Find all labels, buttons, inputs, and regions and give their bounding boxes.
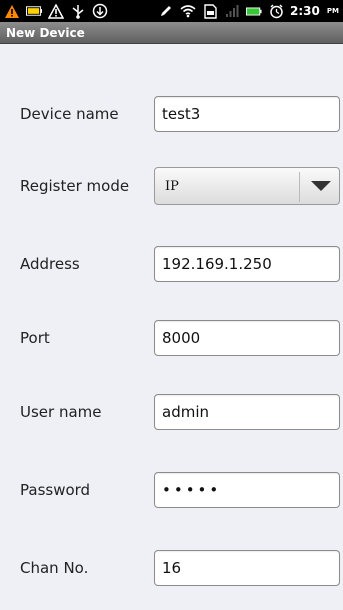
address-input[interactable]: 192.169.1.250: [154, 246, 340, 282]
user-name-input[interactable]: admin: [154, 394, 340, 430]
clock-time: 2:30: [290, 4, 320, 18]
chan-no-label: Chan No.: [20, 559, 89, 577]
chevron-down-icon: [311, 181, 331, 191]
battery-icon: [246, 3, 262, 19]
register-mode-row: Register mode IP: [0, 167, 343, 205]
alert-icon: [48, 3, 64, 19]
usb-icon: [70, 3, 86, 19]
status-icons-left: [4, 3, 108, 19]
user-name-row: User name admin: [0, 394, 343, 430]
status-bar: 2:30 PM: [0, 0, 343, 22]
register-mode-value: IP: [165, 178, 179, 194]
select-divider: [299, 172, 300, 202]
page-title: New Device: [6, 25, 85, 40]
sd-card-icon: [202, 3, 218, 19]
signal-icon: [224, 3, 240, 19]
address-label: Address: [20, 255, 80, 273]
clock-ampm: PM: [326, 7, 339, 15]
device-name-label: Device name: [20, 105, 119, 123]
chan-no-row: Chan No. 16: [0, 550, 343, 586]
port-label: Port: [20, 329, 50, 347]
register-mode-label: Register mode: [20, 177, 130, 195]
port-input[interactable]: 8000: [154, 320, 340, 356]
device-name-input[interactable]: test3: [154, 96, 340, 132]
device-name-row: Device name test3: [0, 96, 343, 132]
warning-icon: [4, 3, 20, 19]
address-row: Address 192.169.1.250: [0, 246, 343, 282]
user-name-label: User name: [20, 403, 102, 421]
status-icons-right: 2:30 PM: [158, 3, 339, 19]
download-icon: [92, 3, 108, 19]
password-label: Password: [20, 481, 91, 499]
port-row: Port 8000: [0, 320, 343, 356]
battery-level-icon: [26, 3, 42, 19]
password-input[interactable]: •••••: [154, 472, 340, 508]
register-mode-select[interactable]: IP: [154, 167, 340, 205]
chan-no-input[interactable]: 16: [154, 550, 340, 586]
window-title-bar: New Device: [0, 22, 343, 44]
alarm-icon: [268, 3, 284, 19]
password-row: Password •••••: [0, 472, 343, 508]
wifi-icon: [180, 3, 196, 19]
sync-icon: [158, 3, 174, 19]
